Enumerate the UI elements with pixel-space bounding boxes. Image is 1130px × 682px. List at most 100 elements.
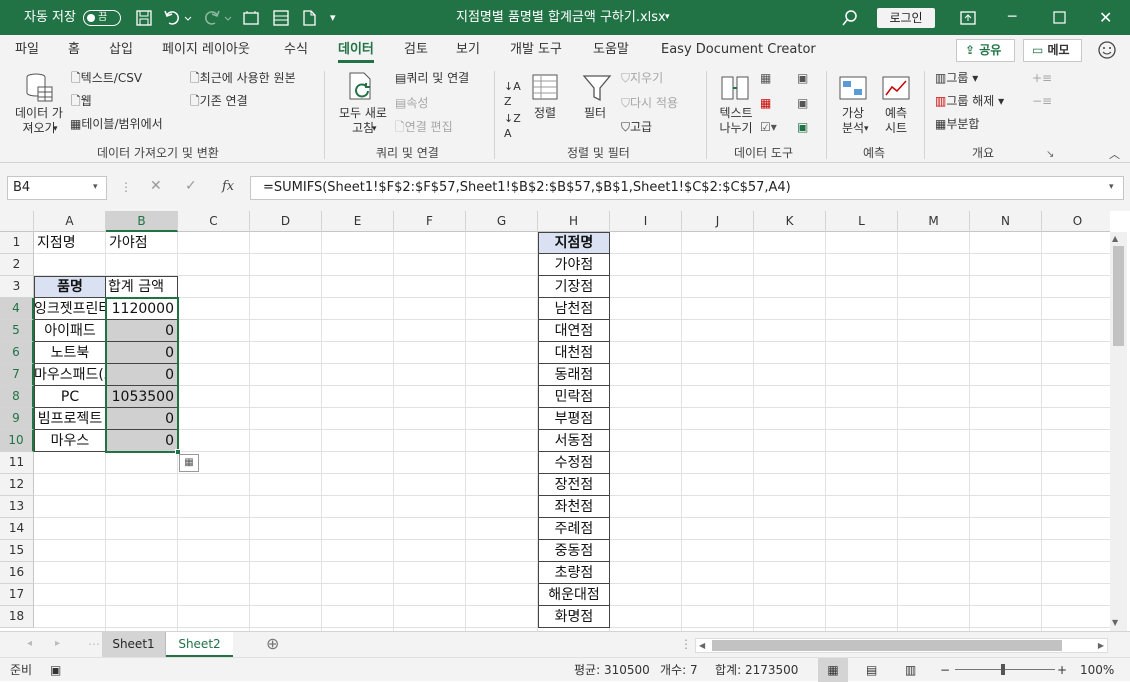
data-model-icon[interactable]: ▣ [797,120,808,135]
clear-filter-button[interactable]: ⛉지우기 [621,71,663,86]
zoom-slider-thumb[interactable] [1001,664,1005,675]
sheet-more-icon[interactable]: ⋯ [88,632,100,656]
normal-view-icon[interactable]: ▦ [818,658,848,682]
minimize-button[interactable]: ─ [1008,0,1016,35]
advanced-filter-button[interactable]: ⛉고급 [621,120,652,135]
comments-button[interactable]: ▭ 메모 [1023,39,1082,62]
row-header-17[interactable]: 17 [0,584,34,606]
row-header-1[interactable]: 1 [0,232,34,254]
get-data-dropdown-icon[interactable]: ▾ [53,122,58,137]
tab-developer[interactable]: 개발 도구 [510,35,562,65]
column-header-c[interactable]: C [178,211,250,232]
sheet-next-icon[interactable]: ▸ [55,632,60,656]
undo-icon[interactable] [163,9,193,27]
zoom-slider[interactable] [955,669,1055,670]
row-header-3[interactable]: 3 [0,276,34,298]
row-header-5[interactable]: 5 [0,320,34,342]
relationships-icon[interactable]: ▣ [797,96,808,111]
tab-data[interactable]: 데이터 [338,35,374,65]
close-button[interactable]: ✕ [1099,0,1112,35]
hide-detail-icon[interactable]: −≡ [1032,94,1052,109]
name-box[interactable]: B4 [7,176,107,200]
queries-connections-button[interactable]: ▤쿼리 및 연결 [395,71,469,86]
enter-icon[interactable]: ✓ [185,179,197,194]
column-header-g[interactable]: G [466,211,538,232]
collapse-ribbon-icon[interactable]: ︿ [1109,147,1120,162]
cell-B1[interactable]: 가야점 [106,232,178,254]
row-header-16[interactable]: 16 [0,562,34,584]
edit-links-button[interactable]: 🗋연결 편집 [395,120,453,135]
sheet-tab-sheet1[interactable]: Sheet1 [102,632,166,657]
reapply-button[interactable]: ⛉다시 적용 [621,96,678,111]
sheet-tab-sheet2[interactable]: Sheet2 [166,632,233,657]
formula-bar-handle-icon[interactable]: ⋮ [120,180,132,195]
quick-analysis-icon[interactable]: ▦ [179,454,199,472]
tab-help[interactable]: 도움말 [593,35,629,65]
cell-A1[interactable]: 지점명 [34,232,106,254]
row-header-15[interactable]: 15 [0,540,34,562]
scroll-up-icon[interactable]: ▲ [1112,234,1118,243]
column-header-i[interactable]: I [610,211,682,232]
tab-split-handle-icon[interactable]: ⋮ [680,632,692,656]
scroll-left-icon[interactable]: ◀ [699,639,705,652]
refresh-dropdown-icon[interactable]: ▾ [372,122,377,137]
what-if-dropdown-icon[interactable]: ▾ [864,122,869,137]
column-header-f[interactable]: F [394,211,466,232]
forecast-sheet-button[interactable]: 예측 시트 [881,106,911,136]
row-header-14[interactable]: 14 [0,518,34,540]
zoom-out-icon[interactable]: − [940,658,950,682]
status-count[interactable]: 개수: 7 [660,658,698,682]
new-file-icon[interactable] [300,9,318,27]
properties-button[interactable]: ▤속성 [395,96,428,111]
data-validation-icon[interactable]: ☑▾ [760,120,777,135]
ungroup-button[interactable]: ▥그룹 해제 ▾ [935,94,1004,109]
worksheet-grid[interactable]: A B C D E F G H I J K L M N O 1 2 3 4 5 6 7 8 9 10 11 12 13 14 15 16 17… [0,211,1110,631]
column-header-a[interactable]: A [34,211,106,232]
column-header-e[interactable]: E [322,211,394,232]
tab-home[interactable]: 홈 [68,35,80,65]
existing-connections-button[interactable]: 🗋기존 연결 [190,94,248,109]
login-button[interactable]: 로그인 [877,8,935,28]
row-header-6[interactable]: 6 [0,342,34,364]
column-header-d[interactable]: D [250,211,322,232]
column-header-h[interactable]: H [538,211,610,232]
title-dropdown-icon[interactable]: ▾ [665,0,670,35]
column-header-o[interactable]: O [1042,211,1110,232]
autosave-toggle[interactable]: 끔 [83,10,121,26]
ribbon-display-icon[interactable] [959,10,977,26]
row-header-11[interactable]: 11 [0,452,34,474]
tab-review[interactable]: 검토 [404,35,428,65]
row-header-10[interactable]: 10 [0,430,34,452]
customize-qat-icon[interactable]: ▾ [330,0,336,35]
from-text-csv-button[interactable]: 🗋텍스트/CSV [71,71,142,86]
tab-easy-document-creator[interactable]: Easy Document Creator [661,35,816,65]
tab-file[interactable]: 파일 [15,35,39,65]
column-header-j[interactable]: J [682,211,754,232]
outline-dialog-launcher-icon[interactable]: ↘ [1046,147,1054,162]
consolidate-icon[interactable]: ▣ [797,71,808,86]
horizontal-scroll-thumb[interactable] [712,640,1062,651]
save-icon[interactable] [135,9,153,27]
sort-button[interactable]: 정렬 [534,106,556,121]
row-header-13[interactable]: 13 [0,496,34,518]
flash-fill-icon[interactable]: ▦ [760,71,771,86]
row-header-4[interactable]: 4 [0,298,34,320]
maximize-button[interactable] [1053,11,1067,25]
sort-ascending-icon[interactable]: ↓A Z [504,79,521,109]
page-layout-view-icon[interactable]: ▤ [866,658,877,682]
cancel-icon[interactable]: ✕ [150,179,162,194]
column-header-m[interactable]: M [898,211,970,232]
sheet-prev-icon[interactable]: ◂ [27,632,32,656]
insert-function-icon[interactable]: fx [222,179,234,194]
tab-page-layout[interactable]: 페이지 레이아웃 [162,35,250,65]
refresh-all-button[interactable]: 모두 새로 고침 [335,106,391,136]
zoom-level[interactable]: 100% [1080,658,1114,682]
scroll-right-icon[interactable]: ▶ [1098,639,1104,652]
from-web-button[interactable]: 🗋웹 [71,94,92,109]
feedback-smiley-icon[interactable] [1097,40,1117,60]
status-average[interactable]: 평균: 310500 [574,658,650,682]
column-header-b[interactable]: B [106,211,178,232]
row-header-12[interactable]: 12 [0,474,34,496]
tab-view[interactable]: 보기 [456,35,480,65]
row-header-8[interactable]: 8 [0,386,34,408]
